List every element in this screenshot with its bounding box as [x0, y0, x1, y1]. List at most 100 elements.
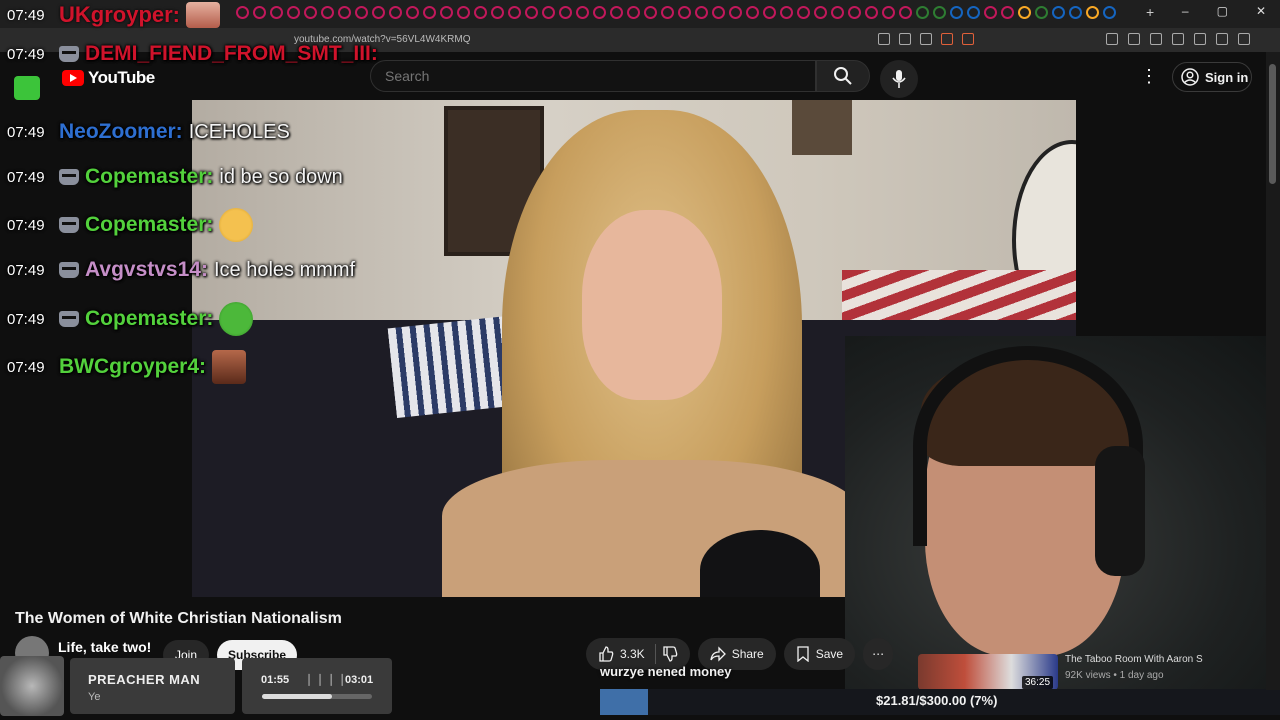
browser-tab[interactable] — [576, 6, 589, 19]
browser-tab[interactable] — [916, 6, 929, 19]
browser-tab[interactable] — [355, 6, 368, 19]
zoom-icon[interactable] — [878, 33, 890, 45]
search-input[interactable] — [371, 61, 815, 91]
browser-tab[interactable] — [1052, 6, 1065, 19]
browser-tab[interactable] — [627, 6, 640, 19]
browser-tab[interactable] — [746, 6, 759, 19]
address-bar[interactable]: youtube.com/watch?v=56VL4W4KRMQ — [294, 34, 470, 45]
browser-tab[interactable] — [729, 6, 742, 19]
thumbs-down-icon[interactable] — [662, 646, 678, 662]
browser-tab[interactable] — [406, 6, 419, 19]
share-icon[interactable] — [920, 33, 932, 45]
recommended-title[interactable]: The Taboo Room With Aaron S — [1065, 654, 1203, 665]
browser-tab[interactable] — [457, 6, 470, 19]
browser-tab[interactable] — [1086, 6, 1099, 19]
address-bar-row: youtube.com/watch?v=56VL4W4KRMQ — [0, 28, 1280, 52]
browser-tab[interactable] — [644, 6, 657, 19]
browser-tab[interactable] — [474, 6, 487, 19]
browser-tab[interactable] — [440, 6, 453, 19]
donation-goal-text: $21.81/$300.00 (7%) — [876, 693, 998, 708]
browser-tab[interactable] — [1069, 6, 1082, 19]
bookmark-icon — [797, 646, 809, 662]
browser-tab[interactable] — [695, 6, 708, 19]
browser-tab[interactable] — [831, 6, 844, 19]
browser-tab[interactable] — [967, 6, 980, 19]
youtube-logo-text: YouTube — [88, 68, 155, 87]
chat-time: 07:49 — [7, 216, 45, 234]
wallet-icon[interactable] — [1194, 33, 1206, 45]
sign-in-button[interactable]: Sign in — [1172, 62, 1252, 92]
browser-tab[interactable] — [559, 6, 572, 19]
browser-tab[interactable] — [304, 6, 317, 19]
browser-tab[interactable] — [848, 6, 861, 19]
address-bar-actions — [878, 33, 974, 45]
media-icon[interactable] — [1150, 33, 1162, 45]
cast-icon[interactable] — [899, 33, 911, 45]
alert-icon[interactable] — [962, 33, 974, 45]
browser-tab[interactable] — [678, 6, 691, 19]
browser-tab[interactable] — [780, 6, 793, 19]
browser-tab[interactable] — [338, 6, 351, 19]
browser-tab[interactable] — [1103, 6, 1116, 19]
account-icon — [1181, 68, 1199, 86]
sidebar-icon[interactable] — [1172, 33, 1184, 45]
browser-tab[interactable] — [287, 6, 300, 19]
browser-tab[interactable] — [950, 6, 963, 19]
chat-time: 07:49 — [7, 358, 45, 376]
extension-icon[interactable] — [1128, 33, 1140, 45]
browser-tab[interactable] — [984, 6, 997, 19]
browser-tab[interactable] — [814, 6, 827, 19]
menu-icon[interactable] — [1238, 33, 1250, 45]
share-icon — [710, 646, 726, 662]
voice-search-button[interactable] — [880, 60, 918, 98]
browser-tab[interactable] — [525, 6, 538, 19]
close-icon[interactable]: ✕ — [1256, 4, 1266, 18]
scrollbar-thumb[interactable] — [1269, 64, 1276, 184]
microphone-icon — [892, 70, 906, 88]
browser-tab[interactable] — [372, 6, 385, 19]
browser-tab[interactable] — [882, 6, 895, 19]
donation-goal-bar: $21.81/$300.00 (7%) — [600, 689, 1280, 715]
more-options-icon[interactable]: ⋮ — [1140, 66, 1158, 87]
youtube-play-icon — [62, 70, 84, 86]
browser-tab[interactable] — [797, 6, 810, 19]
extension-icon[interactable] — [1106, 33, 1118, 45]
browser-tab[interactable] — [865, 6, 878, 19]
browser-tab[interactable] — [542, 6, 555, 19]
browser-tab[interactable] — [253, 6, 266, 19]
browser-tab[interactable] — [899, 6, 912, 19]
window-controls: – ▢ ✕ — [1182, 4, 1266, 18]
save-button[interactable]: Save — [783, 638, 856, 670]
divider — [654, 644, 656, 664]
page-scrollbar[interactable] — [1266, 52, 1280, 690]
more-actions-button[interactable]: ⋯ — [863, 638, 894, 670]
shield-icon[interactable] — [941, 33, 953, 45]
search-button[interactable] — [816, 60, 870, 92]
browser-tab[interactable] — [321, 6, 334, 19]
browser-tab[interactable] — [491, 6, 504, 19]
browser-tab[interactable] — [933, 6, 946, 19]
browser-tab[interactable] — [423, 6, 436, 19]
channel-name[interactable]: Life, take two! — [58, 639, 151, 655]
vpn-icon[interactable] — [1216, 33, 1228, 45]
browser-tab[interactable] — [508, 6, 521, 19]
album-art — [0, 656, 64, 716]
browser-tab[interactable] — [389, 6, 402, 19]
browser-tab[interactable] — [236, 6, 249, 19]
browser-tab[interactable] — [1001, 6, 1014, 19]
minimize-icon[interactable]: – — [1182, 4, 1189, 18]
new-tab-button[interactable]: + — [1146, 4, 1154, 20]
browser-tab[interactable] — [661, 6, 674, 19]
browser-tab[interactable] — [763, 6, 776, 19]
subscriber-badge-icon — [59, 217, 79, 233]
search-box — [370, 60, 816, 92]
browser-tab[interactable] — [1035, 6, 1048, 19]
youtube-logo[interactable]: YouTube — [62, 68, 155, 88]
maximize-icon[interactable]: ▢ — [1217, 4, 1228, 18]
browser-tab[interactable] — [1018, 6, 1031, 19]
browser-tab[interactable] — [270, 6, 283, 19]
recommended-duration: 36:25 — [1022, 676, 1054, 689]
browser-tab[interactable] — [593, 6, 606, 19]
browser-tab[interactable] — [712, 6, 725, 19]
browser-tab[interactable] — [610, 6, 623, 19]
